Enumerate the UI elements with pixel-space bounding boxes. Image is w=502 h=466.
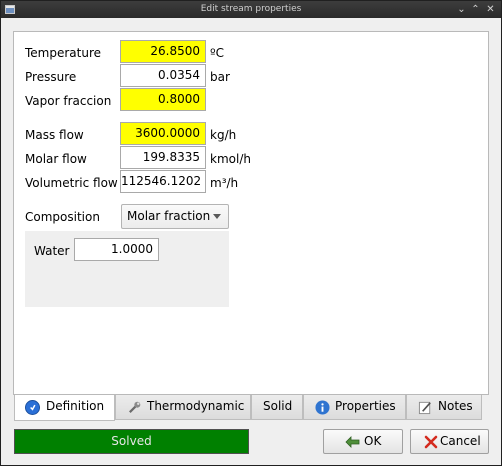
composition-mode-value: Molar fraction — [127, 209, 211, 223]
window-icon — [5, 5, 15, 14]
ok-arrow-icon — [345, 436, 360, 448]
molar-flow-field[interactable]: 199.8335 — [120, 146, 206, 169]
definition-panel: Temperature 26.8500 ºC Pressure 0.0354 b… — [13, 31, 489, 395]
composition-label: Composition — [25, 210, 100, 224]
temperature-label: Temperature — [25, 46, 102, 60]
ok-button[interactable]: OK — [323, 429, 403, 454]
window-title: Edit stream properties — [200, 4, 302, 14]
status-indicator: Solved — [14, 429, 249, 454]
volumetric-flow-label: Volumetric flow — [25, 176, 118, 190]
composition-list: Water 1.0000 — [25, 231, 229, 307]
tab-solid[interactable]: Solid — [251, 395, 303, 420]
ok-button-label: OK — [364, 434, 382, 448]
tab-notes-label: Notes — [438, 399, 473, 413]
mass-flow-unit: kg/h — [210, 128, 237, 142]
close-icon[interactable]: ✕ — [484, 3, 497, 16]
maximize-icon[interactable]: ⌃ — [469, 3, 482, 16]
mass-flow-label: Mass flow — [25, 128, 84, 142]
info-icon — [315, 400, 330, 415]
pressure-field[interactable]: 0.0354 — [120, 64, 206, 87]
vapor-fraction-field[interactable]: 0.8000 — [120, 88, 206, 111]
tab-notes[interactable]: Notes — [406, 395, 482, 420]
component-fraction-field[interactable]: 1.0000 — [74, 238, 159, 261]
molar-flow-unit: kmol/h — [210, 152, 251, 166]
cancel-button[interactable]: Cancel — [410, 429, 489, 454]
notes-pencil-icon — [418, 401, 431, 415]
mass-flow-field[interactable]: 3600.0000 — [120, 122, 206, 145]
edit-stream-dialog: Edit stream properties ⌄ ⌃ ✕ Temperature… — [0, 0, 502, 466]
tab-definition-label: Definition — [46, 399, 105, 413]
wrench-icon — [129, 401, 141, 413]
info-blue-icon — [25, 400, 40, 415]
pressure-label: Pressure — [25, 70, 77, 84]
cancel-icon — [424, 435, 438, 449]
tab-thermodynamic-label: Thermodynamic — [147, 399, 245, 413]
tab-thermodynamic[interactable]: Thermodynamic — [115, 395, 251, 420]
minimize-icon[interactable]: ⌄ — [455, 3, 468, 16]
component-name: Water — [34, 244, 70, 258]
pressure-unit: bar — [210, 70, 230, 84]
chevron-down-icon — [213, 214, 221, 219]
title-bar[interactable]: Edit stream properties ⌄ ⌃ ✕ — [1, 1, 501, 18]
volumetric-flow-field[interactable]: 112546.1202 — [120, 170, 206, 193]
volumetric-flow-unit: m³/h — [210, 176, 239, 190]
tab-solid-label: Solid — [263, 399, 293, 413]
temperature-unit: ºC — [210, 46, 225, 60]
molar-flow-label: Molar flow — [25, 152, 87, 166]
tab-properties[interactable]: Properties — [303, 395, 406, 420]
composition-mode-select[interactable]: Molar fraction — [121, 204, 229, 229]
tab-definition[interactable]: Definition — [14, 395, 115, 421]
cancel-button-label: Cancel — [440, 434, 481, 448]
vapor-fraction-label: Vapor fraccion — [25, 94, 112, 108]
temperature-field[interactable]: 26.8500 — [120, 40, 206, 63]
tab-properties-label: Properties — [335, 399, 396, 413]
